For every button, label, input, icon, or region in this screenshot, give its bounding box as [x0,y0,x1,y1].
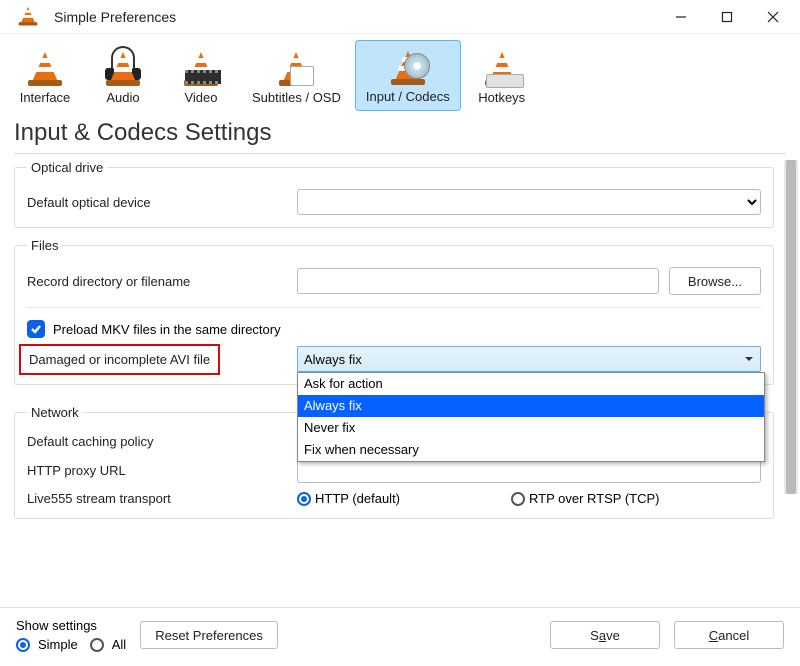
caching-label: Default caching policy [27,434,287,449]
live555-rtp-radio[interactable] [511,492,525,506]
tab-hotkeys-label: Hotkeys [478,90,525,105]
show-all-radio[interactable] [90,638,104,652]
avi-option-always[interactable]: Always fix [298,395,764,417]
avi-option-when-necessary[interactable]: Fix when necessary [298,439,764,461]
tab-subtitles-label: Subtitles / OSD [252,90,341,105]
close-button[interactable] [750,0,796,34]
record-dir-input[interactable] [297,268,659,294]
live555-http-radio[interactable] [297,492,311,506]
tab-hotkeys[interactable]: Hotkeys [465,42,539,111]
tab-subtitles[interactable]: Subtitles / OSD [242,42,351,111]
avi-option-never[interactable]: Never fix [298,417,764,439]
live555-rtp-label: RTP over RTSP (TCP) [529,491,660,506]
group-files: Files Record directory or filename Brows… [14,238,774,385]
titlebar: Simple Preferences [0,0,800,34]
cone-icon [25,46,65,88]
cone-sheet-icon [276,46,316,88]
live555-http-label: HTTP (default) [315,491,400,506]
show-all-label: All [112,637,126,652]
page: Interface Audio Video Subtitles / OSD In… [0,34,800,666]
proxy-label: HTTP proxy URL [27,463,287,478]
reset-preferences-button[interactable]: Reset Preferences [140,621,278,649]
tab-interface[interactable]: Interface [8,42,82,111]
window-title: Simple Preferences [54,9,658,25]
group-files-legend: Files [27,238,62,253]
avi-combo[interactable]: Always fix Ask for action Always fix Nev… [297,346,761,372]
record-dir-label: Record directory or filename [27,274,287,289]
avi-option-ask[interactable]: Ask for action [298,373,764,395]
avi-combo-display[interactable]: Always fix [297,346,761,372]
tab-input-codecs-label: Input / Codecs [366,89,450,104]
avi-label: Damaged or incomplete AVI file [19,344,220,375]
title-separator [14,153,786,154]
files-separator [27,307,761,308]
show-settings-label: Show settings [16,618,126,633]
content-scrollbar[interactable] [784,160,798,494]
cone-keyboard-icon [482,46,522,88]
live555-label: Live555 stream transport [27,491,287,506]
minimize-button[interactable] [658,0,704,34]
cone-film-icon [181,46,221,88]
avi-combo-list[interactable]: Ask for action Always fix Never fix Fix … [297,372,765,462]
footer: Show settings Simple All Reset Preferenc… [0,607,800,666]
page-title: Input & Codecs Settings [0,111,800,153]
tab-interface-label: Interface [20,90,71,105]
preload-mkv-label: Preload MKV files in the same directory [53,322,281,337]
show-simple-label: Simple [38,637,78,652]
tab-video-label: Video [184,90,217,105]
tab-input-codecs[interactable]: Input / Codecs [355,40,461,111]
default-optical-combo[interactable] [297,189,761,215]
tab-video[interactable]: Video [164,42,238,111]
browse-button[interactable]: Browse... [669,267,761,295]
cone-disc-icon [388,45,428,87]
default-optical-label: Default optical device [27,195,287,210]
show-simple-radio[interactable] [16,638,30,652]
tab-audio[interactable]: Audio [86,42,160,111]
save-button[interactable]: Save [550,621,660,649]
cancel-button[interactable]: Cancel [674,621,784,649]
maximize-button[interactable] [704,0,750,34]
cone-headphones-icon [103,46,143,88]
group-optical-legend: Optical drive [27,160,107,175]
group-optical-drive: Optical drive Default optical device [14,160,774,228]
tab-audio-label: Audio [106,90,139,105]
prefs-tab-bar: Interface Audio Video Subtitles / OSD In… [0,34,800,111]
scrollbar-thumb[interactable] [786,160,796,494]
avi-combo-value: Always fix [304,352,362,367]
group-network-legend: Network [27,405,83,420]
preload-mkv-checkbox[interactable] [27,320,45,338]
